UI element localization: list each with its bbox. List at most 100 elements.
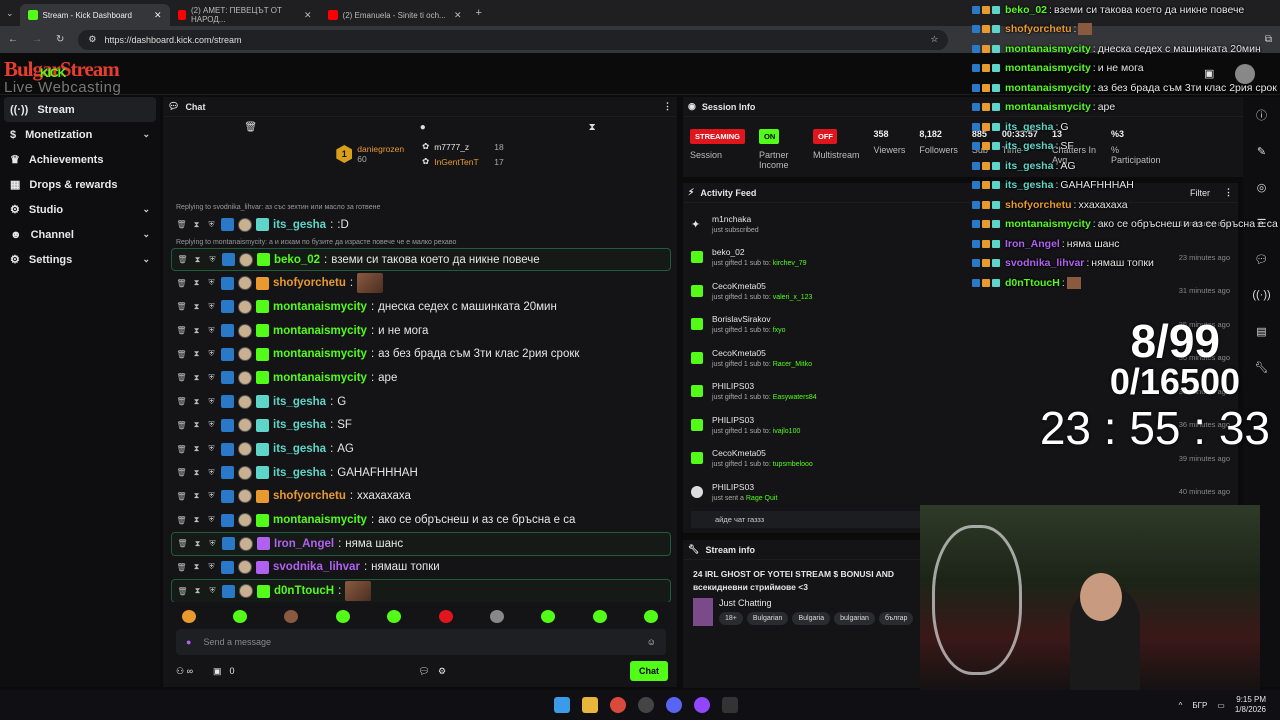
network-icon[interactable]: ▭ xyxy=(1217,701,1225,710)
sidebar-item-achievements[interactable]: ♛ Achievements xyxy=(0,147,160,172)
partner-badge[interactable]: ON xyxy=(759,129,779,144)
delete-icon[interactable]: 🗑︎ xyxy=(176,350,187,359)
quick-emote-icon[interactable] xyxy=(490,609,505,623)
timeout-icon[interactable]: ⧗ xyxy=(191,326,202,336)
chat-username[interactable]: Iron_Angel xyxy=(274,538,334,550)
chat-message[interactable]: 🗑︎ ⧗ ⛨ shofyorchetu: ххахахаха xyxy=(171,485,671,509)
activity-user[interactable]: CecoKmeta05 xyxy=(712,448,813,458)
activity-user[interactable]: PHILIPS03 xyxy=(712,482,777,492)
hourglass-icon[interactable]: ⧗ xyxy=(589,122,596,133)
chat-message[interactable]: 🗑︎ ⧗ ⛨ beko_02: вземи си такова което да ник… xyxy=(171,247,671,272)
obs-icon[interactable] xyxy=(638,697,654,713)
activity-target[interactable]: Rage Quit xyxy=(746,495,778,502)
forward-icon[interactable]: → xyxy=(32,34,42,45)
chat-username[interactable]: beko_02 xyxy=(274,254,320,266)
trash-icon[interactable]: 🗑︎ xyxy=(244,122,257,133)
close-tab-icon[interactable]: ✕ xyxy=(154,10,162,21)
ban-icon[interactable]: ⛨ xyxy=(206,397,217,407)
quick-emote-icon[interactable] xyxy=(644,609,659,623)
timeout-icon[interactable]: ⧗ xyxy=(191,468,202,478)
activity-user[interactable]: BorislavSirakov xyxy=(712,314,786,324)
sidebar-item-monetization[interactable]: $ Monetization ⌄ xyxy=(0,122,160,147)
site-info-icon[interactable]: ⚙ xyxy=(88,34,96,45)
timeout-icon[interactable]: ⧗ xyxy=(191,302,202,312)
stream-tag[interactable]: 18+ xyxy=(719,612,743,625)
chat-username[interactable]: shofyorchetu xyxy=(273,490,346,502)
activity-target[interactable]: valeri_x_123 xyxy=(773,294,813,301)
mic-icon[interactable]: ● xyxy=(186,637,191,647)
chat-username[interactable]: its_gesha xyxy=(273,443,326,455)
chat-username[interactable]: montanaismycity xyxy=(273,325,367,337)
delete-icon[interactable]: 🗑︎ xyxy=(177,539,188,548)
quick-emote-icon[interactable] xyxy=(438,609,453,623)
chat-message[interactable]: 🗑︎ ⧗ ⛨ its_gesha: SF xyxy=(171,414,671,438)
clock-time[interactable]: 9:15 PM xyxy=(1235,695,1266,705)
delete-icon[interactable]: 🗑︎ xyxy=(176,373,187,382)
chat-username[interactable]: montanaismycity xyxy=(273,348,367,360)
chat-username[interactable]: its_gesha xyxy=(273,219,326,231)
timeout-icon[interactable]: ⧗ xyxy=(191,491,202,501)
activity-target[interactable]: Racer_Mitko xyxy=(773,361,812,368)
delete-icon[interactable]: 🗑︎ xyxy=(176,492,187,501)
tray-chevron-icon[interactable]: ^ xyxy=(1179,701,1183,710)
activity-item[interactable]: PHILIPS03 just sent a Rage Quit 40 minutes… xyxy=(683,475,1238,509)
chat-username[interactable]: montanaismycity xyxy=(273,514,367,526)
delete-icon[interactable]: 🗑︎ xyxy=(176,516,187,525)
ban-icon[interactable]: ⛨ xyxy=(206,220,217,230)
message-input[interactable]: ● Send a message ☺ xyxy=(176,629,666,655)
timeout-icon[interactable]: ⧗ xyxy=(192,539,203,549)
back-icon[interactable]: ← xyxy=(8,34,18,45)
chat-message[interactable]: 🗑︎ ⧗ ⛨ its_gesha::D xyxy=(171,213,671,237)
tab-menu-icon[interactable]: ⌄ xyxy=(6,8,14,19)
gifter-name[interactable]: daniegrozen xyxy=(357,144,404,154)
chat-settings-icon[interactable]: 💬︎ xyxy=(419,666,430,677)
stream-tag[interactable]: българ xyxy=(878,612,914,625)
timeout-icon[interactable]: ⧗ xyxy=(191,220,202,230)
more-menu-icon[interactable]: ⋮ xyxy=(663,101,672,112)
activity-user[interactable]: CecoKmeta05 xyxy=(712,348,812,358)
chat-bubble-icon[interactable]: ● xyxy=(420,122,426,133)
delete-icon[interactable]: 🗑︎ xyxy=(176,326,187,335)
chat-message[interactable]: 🗑︎ ⧗ ⛨ Iron_Angel: няма шанс xyxy=(171,531,671,556)
activity-target[interactable]: ivajlo100 xyxy=(773,428,801,435)
chat-message[interactable]: 🗑︎ ⧗ ⛨ montanaismycity: аре xyxy=(171,366,671,390)
timeout-icon[interactable]: ⧗ xyxy=(191,397,202,407)
activity-user[interactable]: beko_02 xyxy=(712,247,807,257)
chat-message[interactable]: 🗑︎ ⧗ ⛨ svodnika_lihvar: нямаш топки xyxy=(171,556,671,580)
activity-user[interactable]: PHILIPS03 xyxy=(712,415,800,425)
stream-tag[interactable]: Bulgarian xyxy=(746,612,789,625)
bookmark-star-icon[interactable]: ☆ xyxy=(930,34,938,45)
timeout-icon[interactable]: ⧗ xyxy=(192,255,203,265)
sidebar-item-stream[interactable]: ((·)) Stream xyxy=(4,97,156,122)
sidebar-item-settings[interactable]: ⚙ Settings ⌄ xyxy=(0,247,160,272)
clock-date[interactable]: 1/8/2026 xyxy=(1235,705,1266,715)
quick-emote-icon[interactable] xyxy=(387,609,402,623)
sidebar-item-drops[interactable]: ▦ Drops & rewards xyxy=(0,172,160,197)
stream-tag[interactable]: bulgarian xyxy=(834,612,875,625)
chat-username[interactable]: its_gesha xyxy=(273,419,326,431)
ban-icon[interactable]: ⛨ xyxy=(207,539,218,549)
chat-message[interactable]: 🗑︎ ⧗ ⛨ montanaismycity: ако се обръснеш и аз… xyxy=(171,508,671,532)
chat-message[interactable]: 🗑︎ ⧗ ⛨ montanaismycity: аз без брада съм 3ти… xyxy=(171,342,671,366)
chat-message[interactable]: 🗑︎ ⧗ ⛨ its_gesha: AG xyxy=(171,437,671,461)
ban-icon[interactable]: ⛨ xyxy=(206,444,217,454)
timeout-icon[interactable]: ⧗ xyxy=(191,562,202,572)
discord-icon[interactable] xyxy=(666,697,682,713)
activity-target[interactable]: fxyo xyxy=(773,327,786,334)
delete-icon[interactable]: 🗑︎ xyxy=(176,397,187,406)
delete-icon[interactable]: 🗑︎ xyxy=(176,563,187,572)
chat-username[interactable]: shofyorchetu xyxy=(273,277,346,289)
ban-icon[interactable]: ⛨ xyxy=(207,255,218,265)
url-field[interactable]: ⚙ https://dashboard.kick.com/stream ☆ xyxy=(78,29,949,50)
emoji-icon[interactable]: ☺ xyxy=(647,637,656,647)
delete-icon[interactable]: 🗑︎ xyxy=(176,279,187,288)
gifter-name[interactable]: m7777_z xyxy=(434,142,489,152)
ban-icon[interactable]: ⛨ xyxy=(206,373,217,383)
quick-emote-icon[interactable] xyxy=(592,609,607,623)
ban-icon[interactable]: ⛨ xyxy=(206,562,217,572)
tab-kick-dashboard[interactable]: Stream - Kick Dashboard ✕ xyxy=(19,4,170,26)
stream-tag[interactable]: Bulgaria xyxy=(792,612,831,625)
chat-message[interactable]: 🗑︎ ⧗ ⛨ montanaismycity: и не мога xyxy=(171,319,671,343)
close-tab-icon[interactable]: ✕ xyxy=(304,10,312,21)
chat-message[interactable]: 🗑︎ ⧗ ⛨ its_gesha: GAHAFHHHAH xyxy=(171,461,671,485)
